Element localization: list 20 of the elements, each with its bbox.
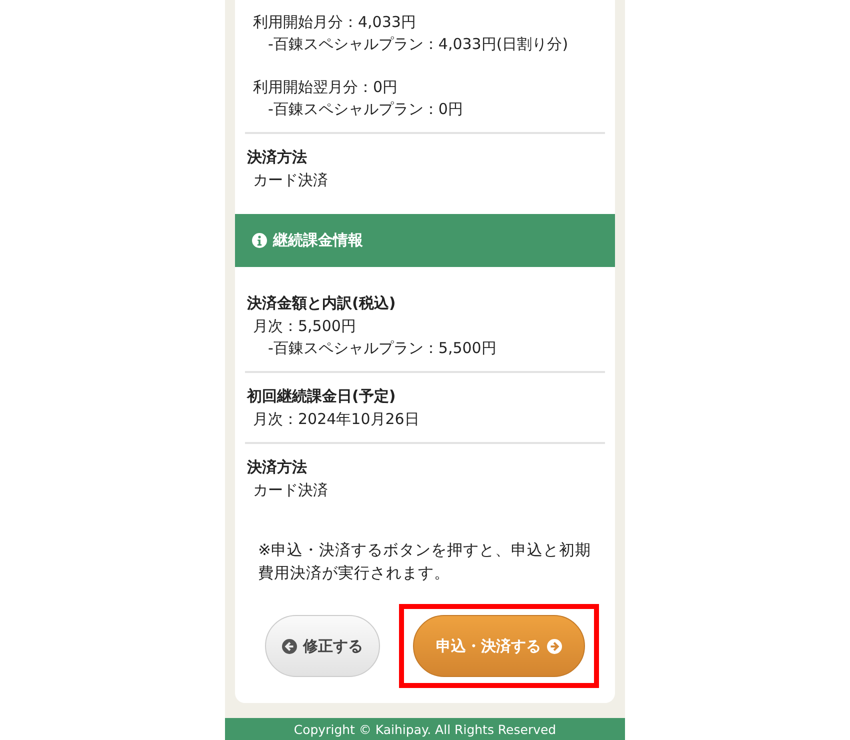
field-label: 決済方法 bbox=[247, 457, 308, 478]
left-arrow-icon bbox=[282, 638, 297, 654]
field-label: 決済金額と内訳(税込) bbox=[247, 293, 397, 314]
field-value: カード決済 bbox=[252, 170, 329, 191]
field-value: 月次：5,500円 bbox=[252, 316, 357, 337]
copyright-text: Copyright © Kaihipay. All Rights Reserved bbox=[294, 722, 556, 736]
field-label: 決済方法 bbox=[247, 147, 308, 168]
field-value: 利用開始月分：4,033円 bbox=[252, 12, 417, 33]
field-value: 月次：2024年10月26日 bbox=[252, 409, 420, 430]
info-icon bbox=[252, 233, 267, 248]
breakdown-line: -百錬スペシャルプラン：0円 bbox=[267, 99, 464, 120]
breakdown-line: -百錬スペシャルプラン：4,033円(日割り分) bbox=[267, 34, 570, 55]
section-title: 継続課金情報 bbox=[273, 231, 363, 250]
field-value: 利用開始翌月分：0円 bbox=[252, 77, 399, 98]
notice-text: ※申込・決済するボタンを押すと、申込と初期費用決済が実行されます。 bbox=[257, 540, 592, 584]
breakdown-line: -百錬スペシャルプラン：5,500円 bbox=[267, 338, 498, 359]
field-label: 初回継続課金日(予定) bbox=[247, 386, 397, 407]
field-value: カード決済 bbox=[252, 480, 329, 501]
back-button[interactable]: 修正する bbox=[265, 615, 380, 677]
right-arrow-icon bbox=[547, 638, 562, 654]
